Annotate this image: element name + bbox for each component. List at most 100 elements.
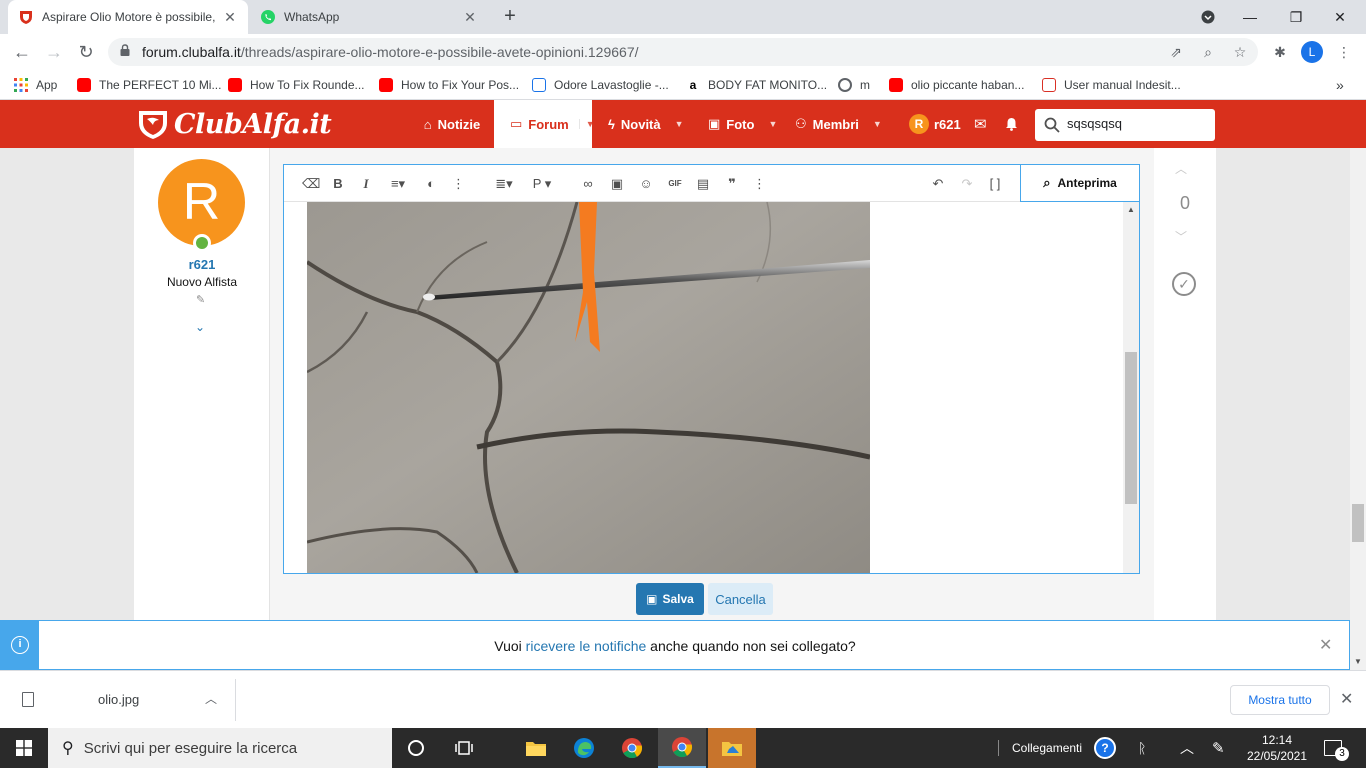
chevron-down-icon[interactable]: ▼ — [675, 119, 684, 129]
bookmark-item[interactable]: m — [838, 76, 870, 94]
alerts-bell-icon[interactable] — [1005, 100, 1018, 148]
cortana-icon[interactable] — [392, 728, 440, 768]
tray-expand-chevron-icon[interactable]: ︿ — [1180, 728, 1194, 768]
address-bar[interactable]: forum.clubalfa.it/threads/aspirare-olio-… — [108, 38, 1258, 66]
page-scrollbar[interactable]: ▼ — [1350, 148, 1366, 670]
nav-photos[interactable]: ▣ Foto ▼ — [708, 100, 777, 148]
bookmark-item[interactable]: How To Fix Rounde... — [228, 76, 365, 94]
pen-icon[interactable]: ✎ — [1212, 728, 1225, 768]
enable-notifications-link[interactable]: ricevere le notifiche — [526, 638, 647, 654]
help-icon[interactable]: ? — [1094, 728, 1116, 768]
close-shelf-icon[interactable]: ✕ — [1340, 689, 1353, 709]
bookmark-item[interactable]: How to Fix Your Pos... — [379, 76, 519, 94]
bookmark-item[interactable]: The PERFECT 10 Mi... — [77, 76, 221, 94]
insert-image-icon[interactable]: ▣ — [609, 175, 625, 192]
solution-check-icon[interactable]: ✓ — [1172, 272, 1196, 296]
profile-avatar[interactable]: L — [1301, 41, 1323, 63]
gif-icon[interactable]: GIF — [664, 175, 686, 192]
back-arrow-icon[interactable]: ← — [10, 40, 34, 64]
eraser-icon[interactable]: ⌫ — [302, 175, 320, 192]
nav-whats-new[interactable]: ϟ Novità ▼ — [608, 100, 684, 148]
media-icon[interactable]: ▤ — [695, 175, 711, 192]
tray-connections[interactable]: Collegamenti — [1012, 728, 1082, 768]
redo-icon[interactable]: ↷ — [958, 175, 976, 192]
close-window-icon[interactable]: ✕ — [1318, 0, 1362, 34]
emoji-icon[interactable]: ☺ — [638, 175, 654, 192]
cancel-button[interactable]: Cancella — [708, 583, 773, 615]
tab-close-icon[interactable]: ✕ — [462, 9, 478, 26]
more-options-icon[interactable]: ⋮ — [452, 175, 465, 192]
chrome-active-icon[interactable] — [658, 728, 706, 768]
windows-start-icon[interactable] — [0, 728, 48, 768]
bookmark-item[interactable]: a BODY FAT MONITO... — [686, 76, 827, 94]
expand-chevron-icon[interactable]: ⌄ — [195, 320, 205, 334]
more-options-icon[interactable]: ⋮ — [753, 175, 766, 192]
more-bookmarks-icon[interactable]: » — [1336, 76, 1344, 94]
fullscreen-icon[interactable]: [ ] — [987, 175, 1003, 192]
photos-app-icon[interactable] — [708, 728, 756, 768]
save-button[interactable]: ▣ Salva — [636, 583, 704, 615]
palette-icon[interactable]: ◐ — [423, 175, 439, 192]
restore-icon[interactable]: ❐ — [1274, 0, 1318, 34]
notice-close-icon[interactable]: ✕ — [1319, 635, 1332, 655]
bookmark-apps[interactable]: App — [14, 76, 57, 94]
downvote-chevron-icon[interactable]: ﹀ — [1175, 228, 1187, 245]
chevron-up-icon[interactable]: ︿ — [205, 690, 217, 707]
scroll-down-icon[interactable]: ▼ — [1350, 654, 1366, 670]
editor-scrollbar[interactable]: ▲ — [1123, 202, 1139, 573]
align-icon[interactable]: ≣▾ — [491, 175, 517, 192]
notification-center-icon[interactable]: 3 — [1324, 728, 1349, 768]
nav-forum[interactable]: ▭ Forum ▼ — [494, 100, 595, 148]
extensions-icon[interactable]: ✱ — [1270, 42, 1290, 62]
upvote-chevron-icon[interactable]: ︿ — [1175, 160, 1187, 177]
bookmark-item[interactable]: User manual Indesit... — [1042, 76, 1181, 94]
menu-dots-icon[interactable]: ⋮ — [1334, 42, 1354, 62]
chevron-down-icon[interactable]: ▼ — [768, 119, 777, 129]
link-icon[interactable]: ∞ — [579, 175, 597, 192]
clubalfa-logo[interactable]: ClubAlfa.it — [136, 106, 332, 142]
scroll-thumb[interactable] — [1125, 352, 1137, 504]
bookmark-item[interactable]: olio piccante haban... — [889, 76, 1024, 94]
reload-icon[interactable]: ↻ — [74, 40, 98, 64]
tab-close-icon[interactable]: ✕ — [222, 9, 238, 26]
taskbar-search[interactable]: ⚲ Scrivi qui per eseguire la ricerca — [48, 728, 392, 768]
tab-search-icon[interactable] — [1186, 0, 1230, 34]
preview-button[interactable]: ⌕ Anteprima — [1020, 165, 1139, 202]
file-explorer-icon[interactable] — [512, 728, 560, 768]
new-tab-button[interactable]: + — [498, 5, 522, 29]
inbox-envelope-icon[interactable]: ✉ — [974, 100, 987, 148]
nav-user-account[interactable]: R r621 — [909, 100, 961, 148]
forward-arrow-icon[interactable]: → — [42, 40, 66, 64]
show-all-downloads-button[interactable]: Mostra tutto — [1230, 685, 1330, 715]
page-scroll-thumb[interactable] — [1352, 504, 1364, 542]
attached-photo[interactable] — [307, 202, 870, 573]
scroll-up-icon[interactable]: ▲ — [1123, 202, 1139, 218]
tab-clubalfa[interactable]: Aspirare Olio Motore è possibile, ✕ — [8, 0, 248, 34]
text-size-icon[interactable]: ≡▾ — [385, 175, 411, 192]
taskbar-clock[interactable]: 12:14 22/05/2021 — [1246, 732, 1308, 764]
paragraph-format-icon[interactable]: P ▾ — [529, 175, 555, 192]
italic-icon[interactable]: I — [359, 175, 373, 192]
chevron-down-icon[interactable]: ▼ — [873, 119, 882, 129]
bold-icon[interactable]: B — [331, 175, 345, 192]
chevron-down-icon[interactable]: ▼ — [578, 119, 595, 129]
nav-members[interactable]: ⚇ Membri ▼ — [795, 100, 882, 148]
editor-content[interactable]: ▲ — [284, 202, 1139, 573]
bookmark-item[interactable]: Odore Lavastoglie -... — [532, 76, 669, 94]
task-view-icon[interactable] — [440, 728, 488, 768]
minimize-icon[interactable]: — — [1228, 0, 1272, 34]
zoom-search-icon[interactable]: ⌕ — [1198, 42, 1218, 62]
download-item[interactable]: olio.jpg ︿ — [0, 679, 236, 721]
open-in-app-icon[interactable]: ⇗ — [1166, 42, 1186, 62]
author-avatar[interactable]: R — [158, 159, 245, 246]
author-name[interactable]: r621 — [134, 257, 270, 272]
bookmark-star-icon[interactable]: ☆ — [1230, 42, 1250, 62]
undo-icon[interactable]: ↶ — [929, 175, 947, 192]
tab-whatsapp[interactable]: WhatsApp ✕ — [250, 0, 488, 34]
chrome-icon[interactable] — [608, 728, 656, 768]
search-input[interactable] — [1067, 116, 1207, 131]
edge-icon[interactable] — [560, 728, 608, 768]
nav-news[interactable]: ⌂ Notizie — [412, 100, 492, 148]
site-search-box[interactable] — [1035, 109, 1215, 141]
quote-icon[interactable]: ❞ — [723, 175, 741, 192]
